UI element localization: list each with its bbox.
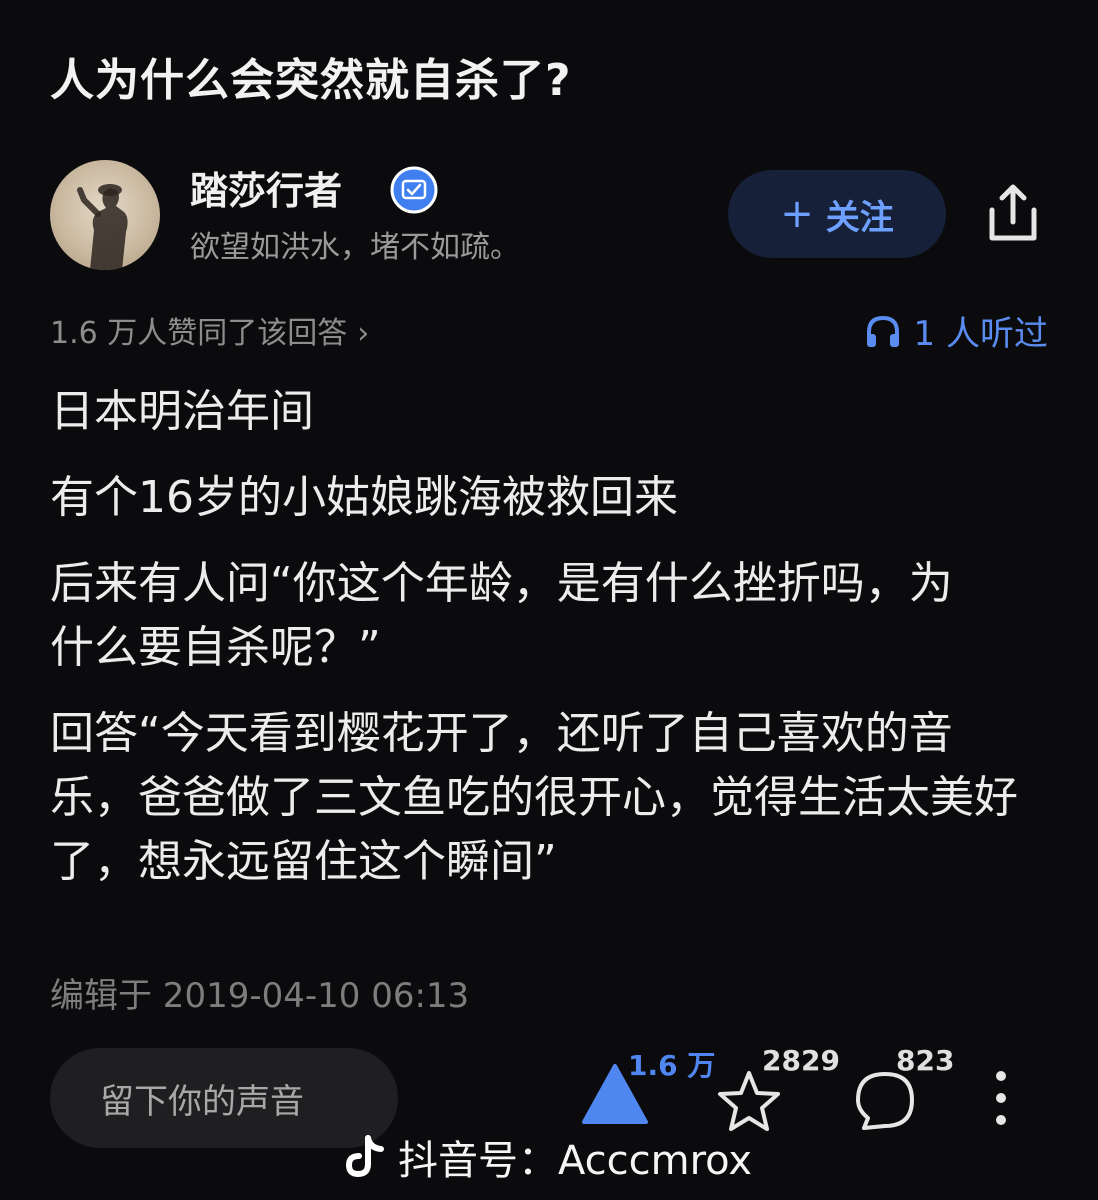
favorite-count: 2829 <box>762 1044 840 1077</box>
author-bio: 欲望如洪水，堵不如疏。 <box>190 230 520 265</box>
comment-count: 823 <box>896 1044 955 1077</box>
upvote-summary-text: 1.6 万人赞同了该回答 <box>50 316 348 351</box>
tiktok-logo-icon <box>345 1135 384 1178</box>
watermark-text: 抖音号：Acccmrox <box>398 1138 753 1184</box>
answer-paragraph: 有个16岁的小姑娘跳海被救回来 <box>50 472 678 523</box>
answer-paragraph: 后来有人问“你这个年龄，是有什么挫折吗，为什么要自杀呢？” <box>50 558 953 673</box>
star-icon[interactable] <box>714 1068 784 1134</box>
author-avatar[interactable] <box>50 160 160 270</box>
avatar-figure <box>77 184 128 270</box>
comment-icon[interactable] <box>850 1068 920 1134</box>
chevron-right-icon: › <box>357 316 370 351</box>
follow-button[interactable]: + 关注 <box>728 170 946 258</box>
answer-paragraph: 日本明治年间 <box>50 386 314 437</box>
more-icon[interactable] <box>986 1068 1016 1132</box>
upvote-summary-link[interactable]: 1.6 万人赞同了该回答 › <box>50 308 369 352</box>
verified-icon <box>390 166 438 214</box>
upvote-count: 1.6 万 <box>628 1049 716 1082</box>
listen-info[interactable]: 1 人听过 <box>864 306 1048 355</box>
answer-paragraph: 回答“今天看到樱花开了，还听了自己喜欢的音乐，爸爸做了三文鱼吃的很开心，觉得生活… <box>50 708 1018 887</box>
author-name[interactable]: 踏莎行者 <box>190 160 342 215</box>
listen-text: 1 人听过 <box>913 314 1048 354</box>
share-icon[interactable] <box>978 178 1048 248</box>
follow-label: 关注 <box>825 197 894 238</box>
plus-icon: + <box>780 191 814 237</box>
headphone-icon <box>866 315 899 347</box>
douyin-watermark: 抖音号：Acccmrox <box>344 1128 752 1186</box>
question-title[interactable]: 人为什么会突然就自杀了? <box>50 44 572 108</box>
answer-body: 日本明治年间 有个16岁的小姑娘跳海被救回来 后来有人问“你这个年龄，是有什么挫… <box>50 380 1050 916</box>
edit-timestamp: 编辑于 2019-04-10 06:13 <box>50 976 470 1016</box>
